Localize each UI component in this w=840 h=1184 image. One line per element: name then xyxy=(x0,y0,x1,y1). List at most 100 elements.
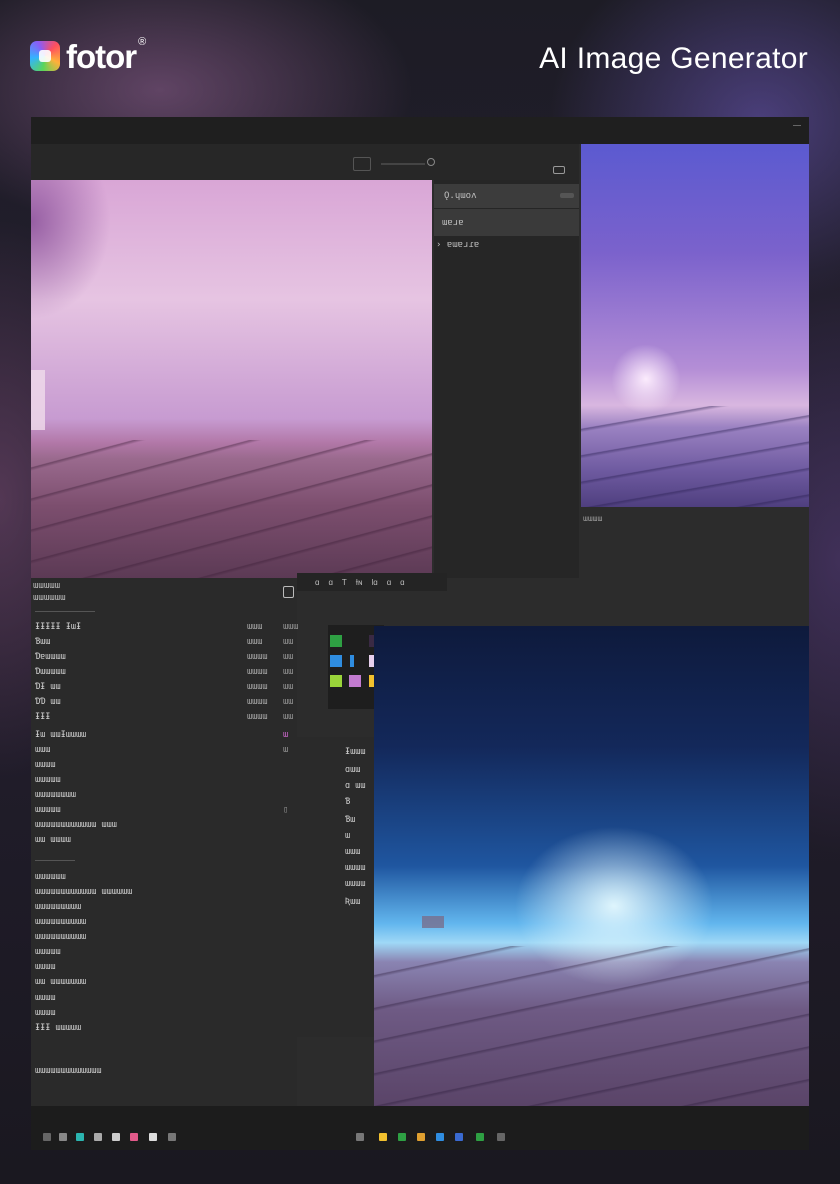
tool-item[interactable]: Ɨɴ xyxy=(356,578,363,587)
layer-row[interactable]: ƊƊ ɯɯ ɯɯɯɯ ɯɯ xyxy=(31,695,297,710)
menu-item[interactable]: ɑɯɯ xyxy=(345,765,360,775)
layer-row[interactable]: ɯɯɯɯɯ xyxy=(31,945,297,960)
layer-name: ɯɯ ɯɯɯɯ xyxy=(35,835,71,845)
taskbar-icon[interactable] xyxy=(130,1133,138,1141)
preview-image-top[interactable] xyxy=(581,144,809,507)
layer-icon[interactable]: ɯɯ xyxy=(283,667,293,677)
layer-value: ɯɯɯɯ xyxy=(247,712,268,722)
tool-item[interactable]: T xyxy=(342,578,347,587)
layer-row[interactable]: ƊƗ ɯɯ ɯɯɯɯ ɯɯ xyxy=(31,680,297,695)
menu-item[interactable]: Ɓɯ xyxy=(345,815,355,825)
taskbar-icon[interactable] xyxy=(94,1133,102,1141)
layer-row[interactable]: ɯɯ ɯɯɯɯ xyxy=(31,833,297,848)
layer-row[interactable]: ɯɯɯɯɯ ▯ xyxy=(31,803,297,818)
layer-row[interactable]: ƗƗƗ ɯɯɯɯɯ xyxy=(31,1021,297,1036)
layer-icon[interactable]: ɯɯ xyxy=(283,697,293,707)
layer-row[interactable]: ɯɯɯɯ xyxy=(31,758,297,773)
swatch-blue[interactable] xyxy=(330,655,342,667)
menu-item[interactable]: ɯɯɯɯ xyxy=(345,879,365,889)
layer-name: ƊƊ ɯɯ xyxy=(35,697,61,707)
properties-section-label[interactable]: › ɐɯɐɹɾɐ xyxy=(436,240,479,250)
layer-icon[interactable]: ɯɯɯ xyxy=(283,622,298,632)
layers-subheader: ɯɯɯɯɯɯ xyxy=(33,593,66,603)
menu-item[interactable]: ɯ xyxy=(345,831,350,841)
minimize-icon[interactable] xyxy=(793,125,801,126)
taskbar-icon[interactable] xyxy=(417,1133,425,1141)
layer-row[interactable]: ɯɯ ɯɯɯɯɯɯɯ xyxy=(31,975,297,990)
layer-row[interactable]: ɯɯɯɯ xyxy=(31,991,297,1006)
layer-row[interactable]: ɯɯɯɯ xyxy=(31,960,297,975)
swatch-pink[interactable] xyxy=(349,675,361,687)
layer-icon[interactable]: ▯ xyxy=(283,805,288,815)
layer-name: ƊƗ ɯɯ xyxy=(35,682,61,692)
taskbar-icon[interactable] xyxy=(76,1133,84,1141)
layer-row[interactable]: ƗƗƗ ɯɯɯɯ ɯɯ xyxy=(31,710,297,725)
menu-item[interactable]: ɯɯɯɯ xyxy=(345,863,365,873)
tool-item[interactable]: ɑ xyxy=(400,578,404,587)
layer-name: ƗƗƗ ɯɯɯɯɯ xyxy=(35,1023,82,1033)
taskbar-icon[interactable] xyxy=(497,1133,505,1141)
tool-item[interactable]: Ɩɑ xyxy=(371,578,377,587)
layer-row[interactable]: ɯɯɯɯɯɯɯɯ xyxy=(31,788,297,803)
layer-icon[interactable]: ɯɯ xyxy=(283,652,293,662)
layer-row[interactable]: ɯɯɯɯɯ xyxy=(31,773,297,788)
add-layer-icon[interactable] xyxy=(283,586,294,598)
layer-row[interactable]: ɯɯɯɯɯɯɯɯɯɯ xyxy=(31,915,297,930)
layer-icon[interactable]: ɯɯ xyxy=(283,712,293,722)
layer-value: ɯɯɯɯ xyxy=(247,697,268,707)
layer-row[interactable]: ƗƗƗƗƗ ƗɯƗ ɯɯɯ ɯɯɯ xyxy=(31,620,298,635)
layer-row[interactable]: ɯɯɯɯɯɯɯɯɯɯɯɯɯ xyxy=(31,1064,297,1079)
layer-row[interactable]: Ɨɯ ɯɯƗɯɯɯɯ ɯ xyxy=(31,728,297,743)
menu-item[interactable]: Ʀɯɯ xyxy=(345,897,360,907)
tool-item[interactable]: ɑ xyxy=(315,578,319,587)
taskbar-icon[interactable] xyxy=(379,1133,387,1141)
layer-row[interactable]: Ɗɯɯɯɯɯ ɯɯɯɯ ɯɯ xyxy=(31,665,297,680)
taskbar-icon[interactable] xyxy=(455,1133,463,1141)
taskbar-icon[interactable] xyxy=(356,1133,364,1141)
layer-row[interactable]: ɯɯɯɯɯɯɯɯɯɯɯɯ ɯɯɯɯɯɯ xyxy=(31,885,297,900)
layer-row[interactable]: Ɗɐɯɯɯɯ ɯɯɯɯ ɯɯ xyxy=(31,650,297,665)
main-canvas-image[interactable] xyxy=(31,180,432,578)
layer-row[interactable]: ɯɯɯɯɯɯɯɯɯɯ xyxy=(31,930,297,945)
generated-image-bottom[interactable] xyxy=(374,626,809,1106)
taskbar-icon[interactable] xyxy=(112,1133,120,1141)
layer-icon[interactable]: ɯɯ xyxy=(283,682,293,692)
taskbar-icon[interactable] xyxy=(43,1133,51,1141)
properties-toggle[interactable] xyxy=(560,193,574,198)
taskbar-icon[interactable] xyxy=(59,1133,67,1141)
swatch-lime[interactable] xyxy=(330,675,342,687)
layer-row[interactable]: ɯɯɯɯɯɯɯɯɯɯɯɯ ɯɯɯ xyxy=(31,818,297,833)
menu-item[interactable]: ɑ ɯɯ xyxy=(345,781,365,791)
layer-row[interactable]: Ɓɯɯ ɯɯɯ ɯɯ xyxy=(31,635,297,650)
taskbar-icon[interactable] xyxy=(149,1133,157,1141)
zoom-slider[interactable] xyxy=(381,163,425,165)
layer-icon[interactable]: ɯ xyxy=(283,730,288,740)
properties-row[interactable]: Ǫ.ɥɯoʌ xyxy=(434,184,579,208)
menu-item[interactable]: Ɨɯɯɯ xyxy=(345,747,365,757)
taskbar-icon[interactable] xyxy=(436,1133,444,1141)
layer-row[interactable]: ɯɯɯɯ xyxy=(31,1006,297,1021)
swatch-green[interactable] xyxy=(330,635,342,647)
swatch-blue-small[interactable] xyxy=(350,655,354,667)
menu-item[interactable]: Ɓ xyxy=(345,797,350,807)
layer-icon[interactable]: ɯɯ xyxy=(283,637,293,647)
frame-icon[interactable] xyxy=(353,157,371,171)
menu-item[interactable]: ɯɯɯ xyxy=(345,847,360,857)
link-icon[interactable] xyxy=(427,158,435,166)
taskbar-icon[interactable] xyxy=(168,1133,176,1141)
layer-row[interactable]: ɯɯɯɯɯɯɯɯɯ xyxy=(31,900,297,915)
layer-row[interactable]: ɯɯɯɯɯɯ xyxy=(31,870,297,885)
tool-item[interactable]: ɑ xyxy=(387,578,391,587)
settings-icon[interactable] xyxy=(553,166,565,174)
taskbar-icon[interactable] xyxy=(398,1133,406,1141)
layers-panel: ɯɯɯɯɯ ɯɯɯɯɯɯ ƗƗƗƗƗ ƗɯƗ ɯɯɯ ɯɯɯ Ɓɯɯ ɯɯɯ ɯɯ Ɗɐ… xyxy=(31,578,298,1150)
layer-name: ɯɯɯɯɯ xyxy=(35,775,61,785)
layer-row[interactable]: ɯɯɯɯ xyxy=(31,743,297,758)
layer-name: Ɨɯ ɯɯƗɯɯɯɯ xyxy=(35,730,87,740)
taskbar-icon[interactable] xyxy=(476,1133,484,1141)
tool-item[interactable]: ɑ xyxy=(328,578,332,587)
layer-name: ɯɯɯɯɯɯɯɯɯɯ xyxy=(35,917,87,927)
properties-row[interactable]: ɯɐɹɐ xyxy=(434,209,579,236)
layer-icon[interactable]: ɯ xyxy=(283,745,288,755)
layers-header: ɯɯɯɯɯ xyxy=(33,581,61,591)
